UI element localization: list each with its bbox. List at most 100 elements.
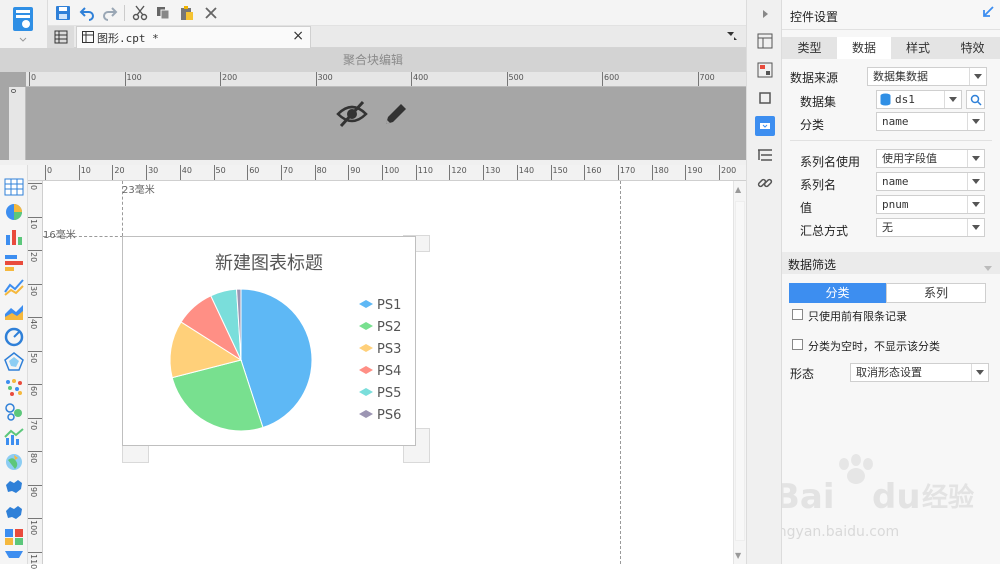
map-chart-icon[interactable] xyxy=(4,452,24,475)
heatmap-chart-icon[interactable] xyxy=(4,527,24,550)
edit-pencil-icon[interactable] xyxy=(382,100,410,131)
series-name-label: 系列名 xyxy=(800,178,837,192)
ruler-tick-label: 300 xyxy=(317,73,333,82)
grid-view-icon[interactable] xyxy=(48,26,74,48)
gauge-chart-icon[interactable] xyxy=(4,327,24,350)
app-logo-icon xyxy=(13,7,33,42)
line-chart-icon[interactable] xyxy=(4,277,24,300)
widget-attribute-icon[interactable] xyxy=(755,60,775,80)
tab-bar: 图形.cpt * × xyxy=(48,26,746,48)
save-icon[interactable] xyxy=(53,3,73,23)
chevron-down-icon xyxy=(944,91,961,108)
series-name-use-select[interactable]: 使用字段值 xyxy=(876,149,985,168)
filter-tab-series[interactable]: 系列 xyxy=(886,283,986,303)
area-chart-icon[interactable] xyxy=(4,302,24,325)
tab-file[interactable]: 图形.cpt * × xyxy=(76,26,311,48)
hide-eye-icon[interactable] xyxy=(336,100,368,131)
data-filter-section[interactable]: 数据筛选 xyxy=(782,252,1000,274)
value-select[interactable]: pnum xyxy=(876,195,985,214)
filter-tab-category[interactable]: 分类 xyxy=(789,283,886,303)
widget-settings-panel: 控件设置 类型 数据 样式 特效 数据来源 数据集数据 数据集 ds1 分类 n… xyxy=(769,0,1000,564)
form-select[interactable]: 取消形态设置 xyxy=(850,363,989,382)
svg-text:经验: 经验 xyxy=(922,482,974,513)
undo-icon[interactable] xyxy=(77,3,97,23)
border-attribute-icon[interactable] xyxy=(755,88,775,108)
series-name-select[interactable]: name xyxy=(876,172,985,191)
chevron-down-icon xyxy=(967,219,984,236)
scatter-chart-icon[interactable] xyxy=(4,377,24,400)
cut-icon[interactable] xyxy=(130,3,150,23)
ruler-tick-label: 10 xyxy=(29,218,38,229)
chevron-down-icon xyxy=(967,173,984,190)
tab-style[interactable]: 样式 xyxy=(891,37,945,59)
app-menu-button[interactable] xyxy=(0,0,48,48)
category-select[interactable]: name xyxy=(876,112,985,131)
table-chart-icon[interactable] xyxy=(4,177,24,200)
copy-icon[interactable] xyxy=(153,3,173,23)
redo-icon[interactable] xyxy=(100,3,120,23)
ruler-tick-label: 50 xyxy=(29,352,38,363)
resize-handle-bottom-left[interactable] xyxy=(122,445,149,463)
scroll-down-icon[interactable]: ▼ xyxy=(735,551,741,560)
limit-records-checkbox[interactable] xyxy=(792,309,803,320)
cell-attribute-icon[interactable] xyxy=(755,31,775,51)
chevron-down-icon xyxy=(967,196,984,213)
bubble-chart-icon[interactable] xyxy=(4,402,24,425)
collapse-arrow-icon[interactable] xyxy=(755,4,775,24)
delete-icon[interactable] xyxy=(201,3,221,23)
legend-label-ps5: PS5 xyxy=(377,386,401,401)
hide-empty-category-checkbox[interactable] xyxy=(792,339,803,350)
dataset-select[interactable]: ds1 xyxy=(876,90,962,109)
design-vertical-ruler: 0 10 20 30 40 50 60 70 80 90 100 110 xyxy=(28,181,43,569)
svg-text:Bai: Bai xyxy=(782,477,835,517)
data-source-select[interactable]: 数据集数据 xyxy=(867,67,987,86)
tab-type[interactable]: 类型 xyxy=(782,37,837,59)
ruler-tick-label: 100 xyxy=(384,166,400,175)
link-icon[interactable] xyxy=(755,173,775,193)
bar-chart-icon[interactable] xyxy=(4,227,24,250)
tab-data[interactable]: 数据 xyxy=(837,37,891,59)
region-map-icon[interactable] xyxy=(4,477,24,500)
offset-x-label: 23毫米 xyxy=(122,185,155,196)
ruler-tick-label: 10 xyxy=(80,166,91,175)
point-map-icon[interactable] xyxy=(4,502,24,525)
chart-widget[interactable]: 新建图表标题 PS1 PS2 PS3 PS4 PS5 PS6 xyxy=(122,236,416,446)
design-canvas[interactable]: 23毫米 16毫米 新建图表标题 PS1 PS2 PS3 PS4 PS5 PS6 xyxy=(43,181,733,564)
tab-menu-icon[interactable] xyxy=(726,30,738,45)
radar-chart-icon[interactable] xyxy=(4,352,24,375)
legend-marker-ps2 xyxy=(359,322,373,330)
scroll-thumb[interactable] xyxy=(735,201,745,541)
top-ruler: 0 100 200 300 400 500 600 700 xyxy=(26,72,746,87)
legend-label-ps4: PS4 xyxy=(377,364,401,379)
search-icon[interactable] xyxy=(966,90,985,109)
dock-arrow-icon[interactable] xyxy=(982,6,994,21)
collapse-icon xyxy=(984,260,992,274)
legend-label-ps3: PS3 xyxy=(377,342,401,357)
paste-icon[interactable] xyxy=(177,3,197,23)
ruler-tick-label: 400 xyxy=(413,73,429,82)
ruler-tick-label: 110 xyxy=(29,553,38,569)
legend-label-ps2: PS2 xyxy=(377,320,401,335)
scroll-up-icon[interactable]: ▲ xyxy=(735,185,741,194)
tab-close-icon[interactable]: × xyxy=(292,28,304,44)
hierarchy-icon[interactable] xyxy=(755,145,775,165)
ruler-tick-label: 20 xyxy=(29,252,38,263)
ruler-tick-label: 60 xyxy=(249,166,260,175)
widget-settings-icon[interactable] xyxy=(755,116,775,136)
toolbar xyxy=(48,0,746,26)
funnel-chart-icon[interactable] xyxy=(4,550,24,567)
legend-label-ps6: PS6 xyxy=(377,408,401,423)
combo-chart-icon[interactable] xyxy=(4,427,24,450)
chevron-down-icon xyxy=(967,113,984,130)
chart-type-toolbox xyxy=(0,165,28,564)
summary-select[interactable]: 无 xyxy=(876,218,985,237)
legend-marker-ps3 xyxy=(359,344,373,352)
pie-chart-icon[interactable] xyxy=(4,202,24,225)
tab-title: 图形.cpt * xyxy=(97,32,159,45)
vertical-scrollbar[interactable]: ▲ ▼ xyxy=(733,181,746,564)
horizontal-bar-chart-icon[interactable] xyxy=(4,252,24,275)
ruler-tick-label: 100 xyxy=(126,73,142,82)
tab-effect[interactable]: 特效 xyxy=(945,37,1000,59)
ruler-tick-label: 500 xyxy=(508,73,524,82)
ruler-tick-label: 30 xyxy=(148,166,159,175)
